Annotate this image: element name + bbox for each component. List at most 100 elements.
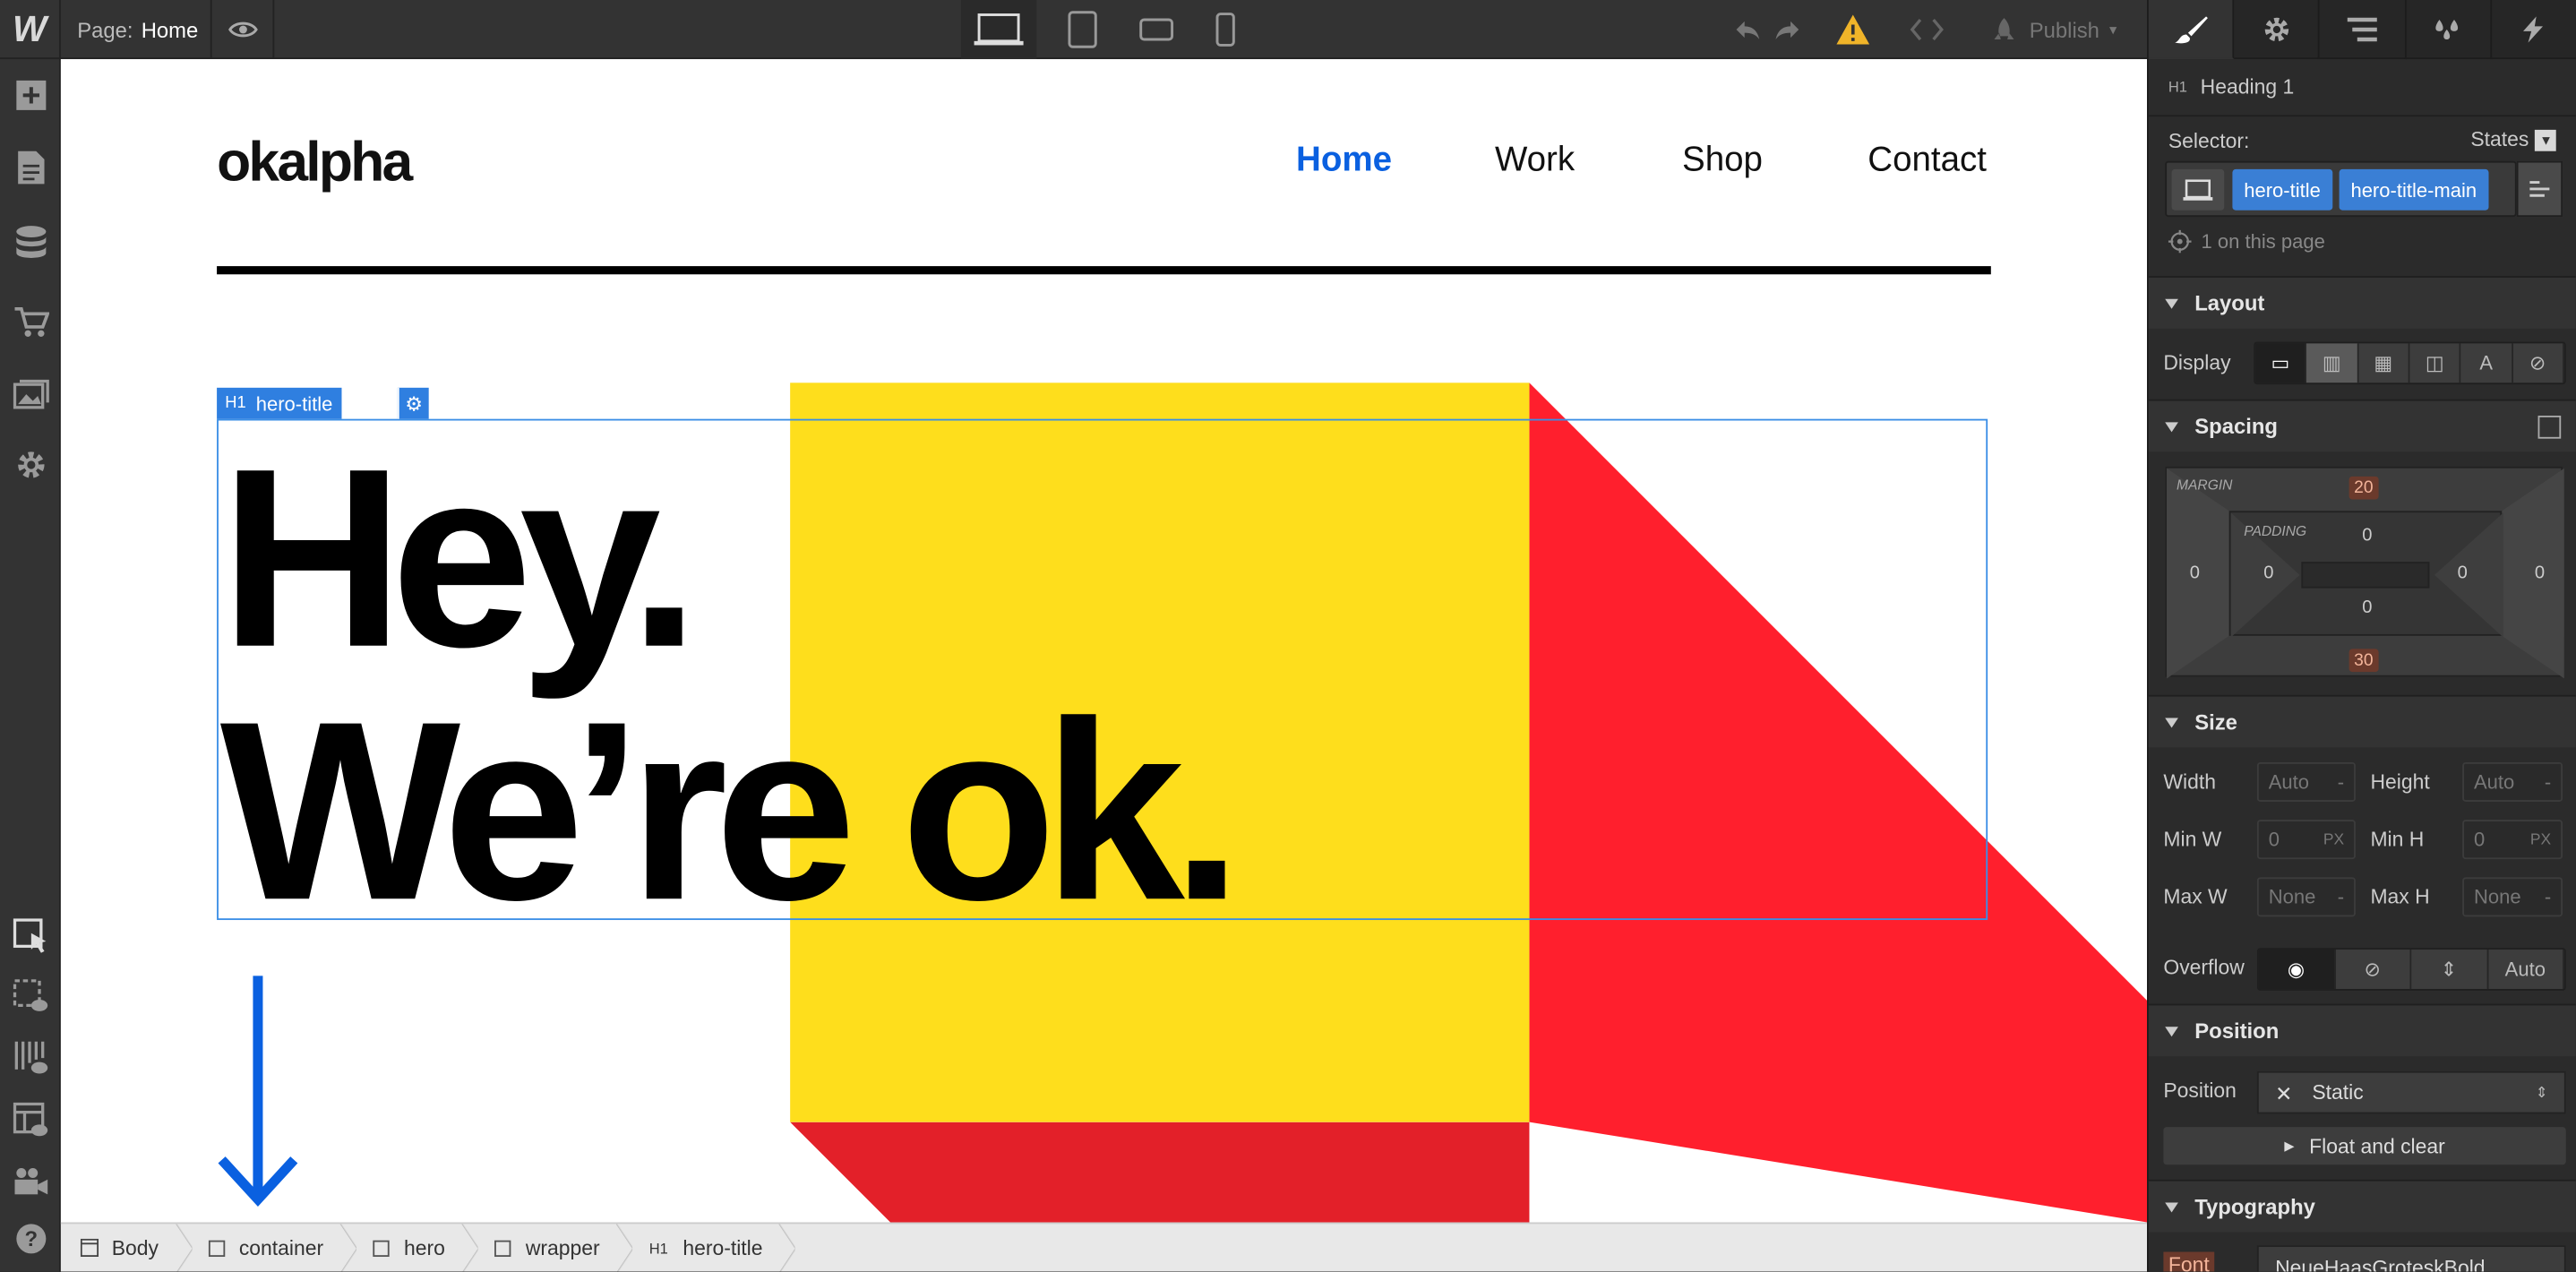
assets-image-icon[interactable] [0,371,61,417]
overflow-scroll-icon[interactable]: ⇕ [2411,950,2488,990]
pages-icon[interactable] [0,144,61,190]
states-label: States [2470,128,2529,151]
selector-cursor-icon[interactable] [0,914,61,959]
position-value: Static [2312,1080,2364,1104]
breadcrumb-hero-title[interactable]: H1 hero-title [630,1223,796,1272]
font-label: Font [2163,1251,2215,1272]
unit-label: PX [2529,830,2552,849]
add-elements-icon[interactable] [0,73,61,118]
top-toolbar: W Page: Home Publish ▾ [0,0,2148,60]
tab-interactions[interactable] [2491,0,2576,60]
display-flex-icon[interactable]: ▥ [2306,343,2358,383]
unit-dash: - [2544,885,2552,909]
selector-menu-icon[interactable] [2516,160,2563,218]
section-size-header[interactable]: Size [2148,694,2576,748]
cms-database-icon[interactable] [0,220,61,266]
padding-right-value[interactable]: 0 [2458,563,2468,583]
section-typography-header[interactable]: Typography [2148,1179,2576,1233]
margin-box: MARGIN 20 0 30 0 PADDING 0 0 0 0 [2165,466,2564,679]
overflow-hidden-icon[interactable]: ⊘ [2335,950,2412,990]
target-icon [2168,229,2192,254]
collapse-triangle-icon [2165,421,2178,432]
breadcrumb-hero[interactable]: hero [353,1223,478,1272]
tablet-view-icon[interactable] [1050,0,1115,59]
warning-icon[interactable] [1826,0,1879,59]
padding-bottom-value[interactable]: 0 [2362,598,2372,618]
breadcrumb-wrapper[interactable]: wrapper [475,1223,633,1272]
site-logo[interactable]: okalpha [217,132,413,196]
preview-eye-icon[interactable] [212,0,275,60]
margin-bottom-value[interactable]: 30 [2348,649,2379,673]
tab-settings[interactable] [2234,0,2321,60]
spacing-expand-icon[interactable] [2537,416,2562,439]
min-width-input[interactable]: 0 PX [2256,820,2356,860]
margin-left-value[interactable]: 0 [2190,563,2200,583]
breadcrumb-body[interactable]: Body [61,1223,191,1272]
overflow-toggle-group: ◉ ⊘ ⇕ Auto [2256,948,2566,991]
width-label: Width [2163,770,2216,794]
position-select[interactable]: ✕ Static ⇕ [2256,1070,2566,1114]
class-tag-hero-title-main[interactable]: hero-title-main [2339,168,2488,211]
ecommerce-cart-icon[interactable] [0,299,61,345]
width-input[interactable]: Auto - [2256,761,2356,802]
page-selector[interactable]: Page: Home [61,0,212,60]
element-settings-gear-icon[interactable]: ⚙ [397,387,429,419]
nav-link-work[interactable]: Work [1495,142,1575,181]
mobile-portrait-icon[interactable] [1192,0,1258,59]
undo-icon[interactable] [1728,0,1767,59]
drops-icon [2435,19,2459,39]
display-inline-icon[interactable]: A [2460,343,2513,383]
display-grid-icon[interactable]: ▦ [2357,343,2410,383]
height-input[interactable]: Auto - [2462,761,2563,802]
margin-top-value[interactable]: 20 [2348,476,2379,500]
unit-dash: - [2337,770,2345,794]
tab-style-manager[interactable] [2406,0,2492,60]
min-height-input[interactable]: 0 PX [2462,820,2563,860]
nav-link-contact[interactable]: Contact [1868,142,1987,181]
section-position-header[interactable]: Position [2148,1003,2576,1057]
chevron-down-icon: ▾ [2108,20,2117,38]
desktop-view-icon[interactable] [960,0,1037,60]
redo-icon[interactable] [1767,0,1807,59]
min-width-label: Min W [2163,828,2222,852]
show-elements-icon[interactable] [0,975,61,1020]
breakpoint-desktop-icon[interactable] [2171,168,2225,211]
help-icon[interactable]: ? [0,1216,61,1261]
breadcrumb-container[interactable]: container [188,1223,357,1272]
display-inline-block-icon[interactable]: ◫ [2409,343,2461,383]
padding-left-value[interactable]: 0 [2263,563,2273,583]
max-height-input[interactable]: None - [2462,877,2563,917]
code-export-icon[interactable] [1897,0,1956,59]
scroll-down-arrow-icon[interactable] [215,973,300,1209]
display-block-icon[interactable]: ▭ [2255,343,2307,383]
preview-layout-icon[interactable] [0,1097,61,1143]
max-width-input[interactable]: None - [2256,877,2356,917]
design-canvas[interactable]: okalpha Home Work Shop Contact Hey. We’r… [60,59,2148,1223]
hero-red-shadow-bottom [790,1122,1530,1223]
height-label: Height [2370,770,2430,794]
publish-button[interactable]: Publish ▾ [1971,0,2135,59]
overflow-auto-button[interactable]: Auto [2487,950,2564,990]
webflow-logo[interactable]: W [0,0,61,60]
section-spacing-header[interactable]: Spacing [2148,399,2576,452]
float-and-clear-toggle[interactable]: ▶ Float and clear [2163,1127,2566,1165]
section-layout-header[interactable]: Layout [2148,276,2576,329]
nav-link-home[interactable]: Home [1296,142,1392,181]
class-tag-hero-title[interactable]: hero-title [2232,168,2332,211]
margin-right-value[interactable]: 0 [2535,563,2545,583]
mobile-landscape-icon[interactable] [1123,0,1189,59]
tab-navigator[interactable] [2320,0,2407,60]
nav-link-shop[interactable]: Shop [1682,142,1763,181]
tab-style[interactable] [2148,0,2235,60]
video-tutorials-icon[interactable] [0,1158,61,1204]
padding-top-value[interactable]: 0 [2362,526,2372,546]
settings-gear-icon[interactable] [0,442,61,487]
unit-label: PX [2323,830,2345,849]
font-select[interactable]: NeueHaasGroteskBold [2256,1245,2566,1272]
display-none-icon[interactable]: ⊘ [2512,343,2564,383]
breadcrumb-label: wrapper [525,1236,600,1259]
h1-tag-icon: H1 [225,394,246,413]
xray-mode-icon[interactable] [0,1035,61,1080]
overflow-visible-eye-icon[interactable]: ◉ [2258,950,2336,990]
states-dropdown[interactable]: States ▼ [2470,128,2557,151]
